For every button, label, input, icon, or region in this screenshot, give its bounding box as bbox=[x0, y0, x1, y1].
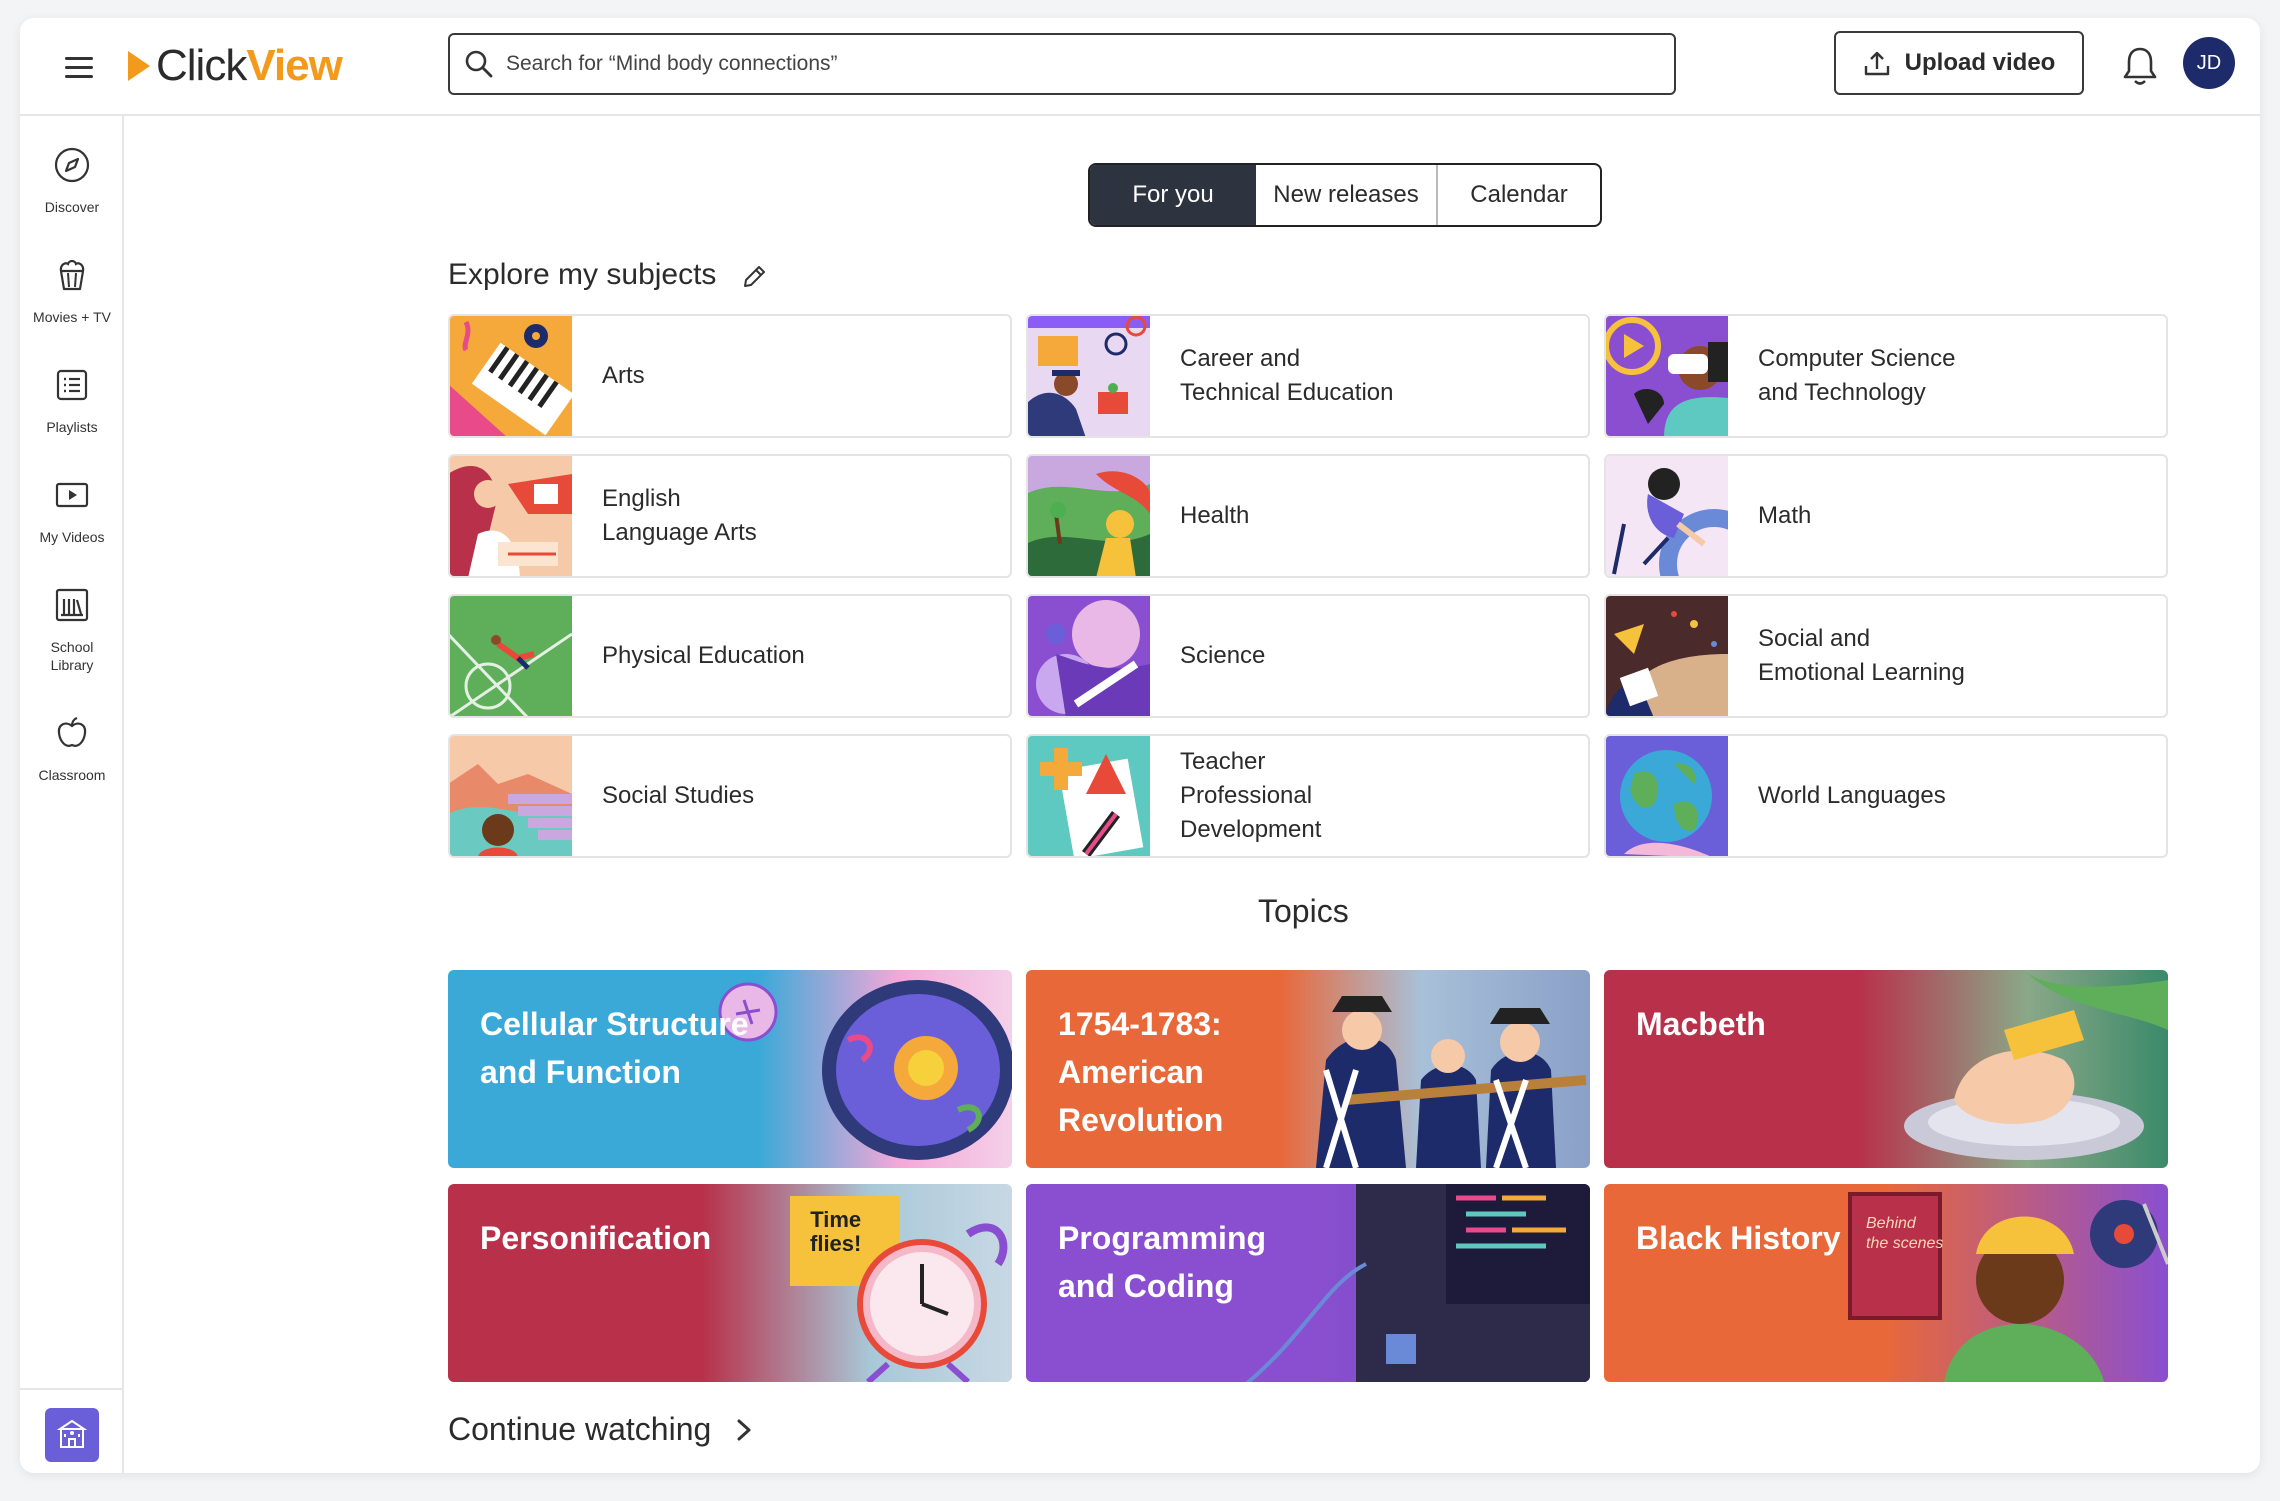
topic-card-programming-coding[interactable]: Programming and Coding bbox=[1026, 1184, 1590, 1382]
subject-label: Math bbox=[1758, 502, 1812, 529]
topic-card-macbeth[interactable]: Macbeth bbox=[1604, 970, 2168, 1168]
subject-card-math[interactable]: Math bbox=[1604, 454, 2168, 578]
subject-card-teacher-pd[interactable]: Teacher Professional Development bbox=[1026, 734, 1590, 858]
topic-card-personification[interactable]: Time flies! Personification bbox=[448, 1184, 1012, 1382]
sidebar-label-discover: Discover bbox=[44, 199, 100, 215]
hamburger-menu-icon[interactable] bbox=[60, 48, 98, 86]
topic-label: Programming and Coding bbox=[1058, 1220, 1267, 1304]
subject-label: Computer Science and Technology bbox=[1758, 345, 1956, 406]
subject-label: Social and Emotional Learning bbox=[1758, 625, 1965, 686]
teacher-pd-thumbnail bbox=[1028, 736, 1150, 856]
health-thumbnail bbox=[1028, 456, 1150, 576]
notification-bell-icon[interactable] bbox=[2120, 44, 2160, 88]
topic-label: Cellular Structure and Function bbox=[480, 1006, 749, 1090]
subject-card-science[interactable]: Science bbox=[1026, 594, 1590, 718]
computer-science-thumbnail bbox=[1606, 316, 1728, 436]
subject-card-health[interactable]: Health bbox=[1026, 454, 1590, 578]
continue-watching-title: Continue watching bbox=[448, 1411, 712, 1447]
subject-card-career-technical[interactable]: Career and Technical Education bbox=[1026, 314, 1590, 438]
subject-label: Social Studies bbox=[602, 782, 755, 809]
sidebar-item-movies-tv[interactable]: Movies + TV bbox=[20, 252, 124, 326]
subject-card-english-language-arts[interactable]: English Language Arts bbox=[448, 454, 1012, 578]
continue-watching-link[interactable]: Continue watching bbox=[448, 1411, 755, 1448]
school-icon bbox=[56, 1419, 88, 1448]
subject-card-physical-education[interactable]: Physical Education bbox=[448, 594, 1012, 718]
upload-video-label: Upload video bbox=[1904, 49, 2056, 76]
topics-title: Topics bbox=[1258, 893, 1349, 929]
search-icon bbox=[465, 50, 493, 78]
sidebar-label-school-library: School Library bbox=[50, 639, 94, 673]
clickview-logo[interactable]: ClickView bbox=[126, 38, 343, 94]
upload-icon bbox=[1864, 51, 1889, 76]
subject-card-social-emotional[interactable]: Social and Emotional Learning bbox=[1604, 594, 2168, 718]
subject-label: Teacher Professional Development bbox=[1180, 748, 1322, 843]
subject-card-world-languages[interactable]: World Languages bbox=[1604, 734, 2168, 858]
left-sidebar: Discover Movies + TV Playlists My Videos… bbox=[20, 116, 124, 1473]
subject-card-social-studies[interactable]: Social Studies bbox=[448, 734, 1012, 858]
tab-new-releases[interactable]: New releases bbox=[1256, 165, 1438, 225]
time-flies-note: Time flies! bbox=[810, 1207, 862, 1256]
library-icon bbox=[55, 588, 89, 622]
sidebar-label-my-videos: My Videos bbox=[39, 529, 105, 545]
pencil-edit-icon[interactable] bbox=[740, 263, 768, 291]
list-icon bbox=[56, 369, 88, 401]
subject-label: Arts bbox=[602, 362, 645, 389]
subject-label: English Language Arts bbox=[602, 485, 757, 546]
subject-label: Career and Technical Education bbox=[1180, 345, 1394, 406]
sidebar-item-discover[interactable]: Discover bbox=[20, 142, 124, 216]
sidebar-label-playlists: Playlists bbox=[46, 419, 98, 435]
sidebar-item-school-library[interactable]: School Library bbox=[20, 582, 124, 674]
topic-card-black-history[interactable]: Behind the scenes Black History bbox=[1604, 1184, 2168, 1382]
topic-label: Black History bbox=[1636, 1220, 1841, 1256]
topic-label: 1754-1783: American Revolution bbox=[1058, 1006, 1224, 1138]
subject-label: World Languages bbox=[1758, 782, 1946, 809]
subject-card-arts[interactable]: Arts bbox=[448, 314, 1012, 438]
top-header: ClickView Upload video JD bbox=[20, 18, 2260, 116]
subject-label: Health bbox=[1180, 502, 1250, 529]
feed-tabs: For you New releases Calendar bbox=[1088, 163, 1602, 227]
topic-card-american-revolution[interactable]: 1754-1783: American Revolution bbox=[1026, 970, 1590, 1168]
sidebar-item-my-videos[interactable]: My Videos bbox=[20, 472, 124, 546]
social-emotional-thumbnail bbox=[1606, 596, 1728, 716]
chevron-right-icon bbox=[737, 1419, 751, 1440]
sidebar-item-classroom[interactable]: Classroom bbox=[20, 710, 124, 784]
physical-education-thumbnail bbox=[450, 596, 572, 716]
play-icon bbox=[55, 482, 89, 508]
world-languages-thumbnail bbox=[1606, 736, 1728, 856]
search-bar[interactable] bbox=[448, 33, 1676, 95]
school-building-button[interactable] bbox=[45, 1408, 99, 1462]
search-input[interactable] bbox=[506, 52, 1606, 76]
sidebar-label-classroom: Classroom bbox=[38, 767, 106, 783]
subject-label: Physical Education bbox=[602, 642, 805, 669]
career-thumbnail bbox=[1028, 316, 1150, 436]
compass-icon bbox=[54, 147, 90, 183]
tab-calendar[interactable]: Calendar bbox=[1438, 165, 1600, 225]
social-studies-thumbnail bbox=[450, 736, 572, 856]
english-thumbnail bbox=[450, 456, 572, 576]
logo-text: ClickView bbox=[156, 41, 343, 90]
popcorn-icon bbox=[59, 259, 85, 291]
play-logo-icon bbox=[128, 51, 150, 81]
upload-video-button[interactable]: Upload video bbox=[1834, 31, 2084, 95]
sidebar-item-playlists[interactable]: Playlists bbox=[20, 362, 124, 436]
topic-label: Personification bbox=[480, 1220, 712, 1256]
topic-label: Macbeth bbox=[1636, 1006, 1766, 1042]
apple-icon bbox=[57, 716, 87, 747]
user-avatar[interactable]: JD bbox=[2183, 37, 2235, 89]
book-cover-text: Behind the scenes bbox=[1866, 1215, 1944, 1252]
math-thumbnail bbox=[1606, 456, 1728, 576]
science-thumbnail bbox=[1028, 596, 1150, 716]
subject-card-computer-science[interactable]: Computer Science and Technology bbox=[1604, 314, 2168, 438]
topic-card-cellular-structure[interactable]: Cellular Structure and Function bbox=[448, 970, 1012, 1168]
explore-subjects-title: Explore my subjects bbox=[448, 258, 717, 291]
app-frame: ClickView Upload video JD Discover Movie… bbox=[20, 18, 2260, 1473]
sidebar-divider bbox=[20, 1388, 124, 1390]
tab-for-you[interactable]: For you bbox=[1090, 165, 1256, 225]
subject-label: Science bbox=[1180, 642, 1266, 669]
sidebar-label-movies-tv: Movies + TV bbox=[33, 309, 111, 325]
arts-thumbnail bbox=[450, 316, 572, 436]
